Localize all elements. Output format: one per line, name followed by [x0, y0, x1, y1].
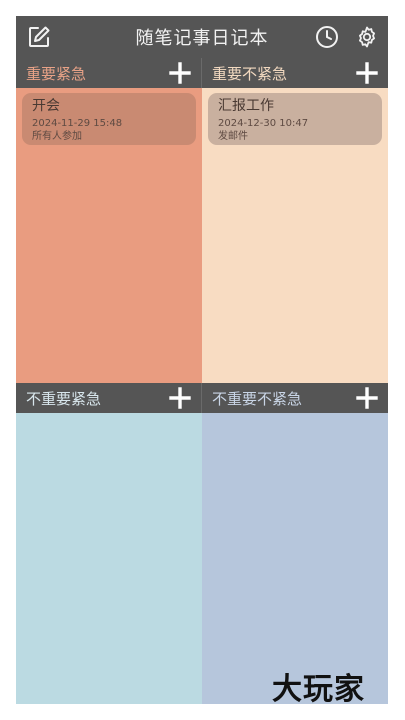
plus-icon	[169, 62, 191, 84]
watermark-text: 大玩家	[272, 672, 365, 707]
plus-icon	[356, 62, 378, 84]
quadrant-body[interactable]	[202, 413, 388, 704]
quadrant-title: 不重要紧急	[26, 389, 102, 408]
app-screen: 随笔记事日记本 重要紧急 开会 2024-11-29 15:48 所有人参加 重…	[16, 16, 388, 704]
quadrant-grid: 重要紧急 开会 2024-11-29 15:48 所有人参加 重要不紧急 汇报工…	[16, 58, 388, 704]
quadrant-header: 不重要紧急	[16, 383, 202, 413]
note-description: 发邮件	[218, 131, 248, 142]
edit-icon[interactable]	[26, 24, 52, 50]
quadrant-body[interactable]: 汇报工作 2024-12-30 10:47 发邮件	[202, 88, 388, 383]
quadrant-title: 重要紧急	[26, 64, 87, 83]
note-description: 所有人参加	[32, 131, 82, 142]
note-card[interactable]: 汇报工作 2024-12-30 10:47 发邮件	[208, 93, 382, 145]
quadrant-header: 重要不紧急	[202, 58, 388, 88]
quadrant-header: 不重要不紧急	[202, 383, 388, 413]
add-note-button[interactable]	[169, 387, 191, 409]
quadrant-title: 不重要不紧急	[212, 389, 303, 408]
note-card[interactable]: 开会 2024-11-29 15:48 所有人参加	[22, 93, 196, 145]
gear-icon[interactable]	[354, 24, 380, 50]
top-bar: 随笔记事日记本	[16, 16, 388, 58]
note-time: 2024-11-29 15:48	[32, 118, 123, 129]
quadrant-not-important-not-urgent: 不重要不紧急	[202, 383, 388, 704]
quadrant-body[interactable]	[16, 413, 202, 704]
add-note-button[interactable]	[356, 387, 378, 409]
quadrant-important-not-urgent: 重要不紧急 汇报工作 2024-12-30 10:47 发邮件	[202, 58, 388, 383]
add-note-button[interactable]	[356, 62, 378, 84]
quadrant-not-important-urgent: 不重要紧急	[16, 383, 202, 704]
note-title: 汇报工作	[218, 98, 274, 114]
quadrant-body[interactable]: 开会 2024-11-29 15:48 所有人参加	[16, 88, 202, 383]
app-title: 随笔记事日记本	[135, 28, 269, 49]
note-time: 2024-12-30 10:47	[218, 118, 309, 129]
clock-icon[interactable]	[314, 24, 340, 50]
quadrant-header: 重要紧急	[16, 58, 202, 88]
note-title: 开会	[32, 98, 60, 114]
quadrant-title: 重要不紧急	[212, 64, 288, 83]
quadrant-important-urgent: 重要紧急 开会 2024-11-29 15:48 所有人参加	[16, 58, 202, 383]
plus-icon	[356, 387, 378, 409]
plus-icon	[169, 387, 191, 409]
add-note-button[interactable]	[169, 62, 191, 84]
